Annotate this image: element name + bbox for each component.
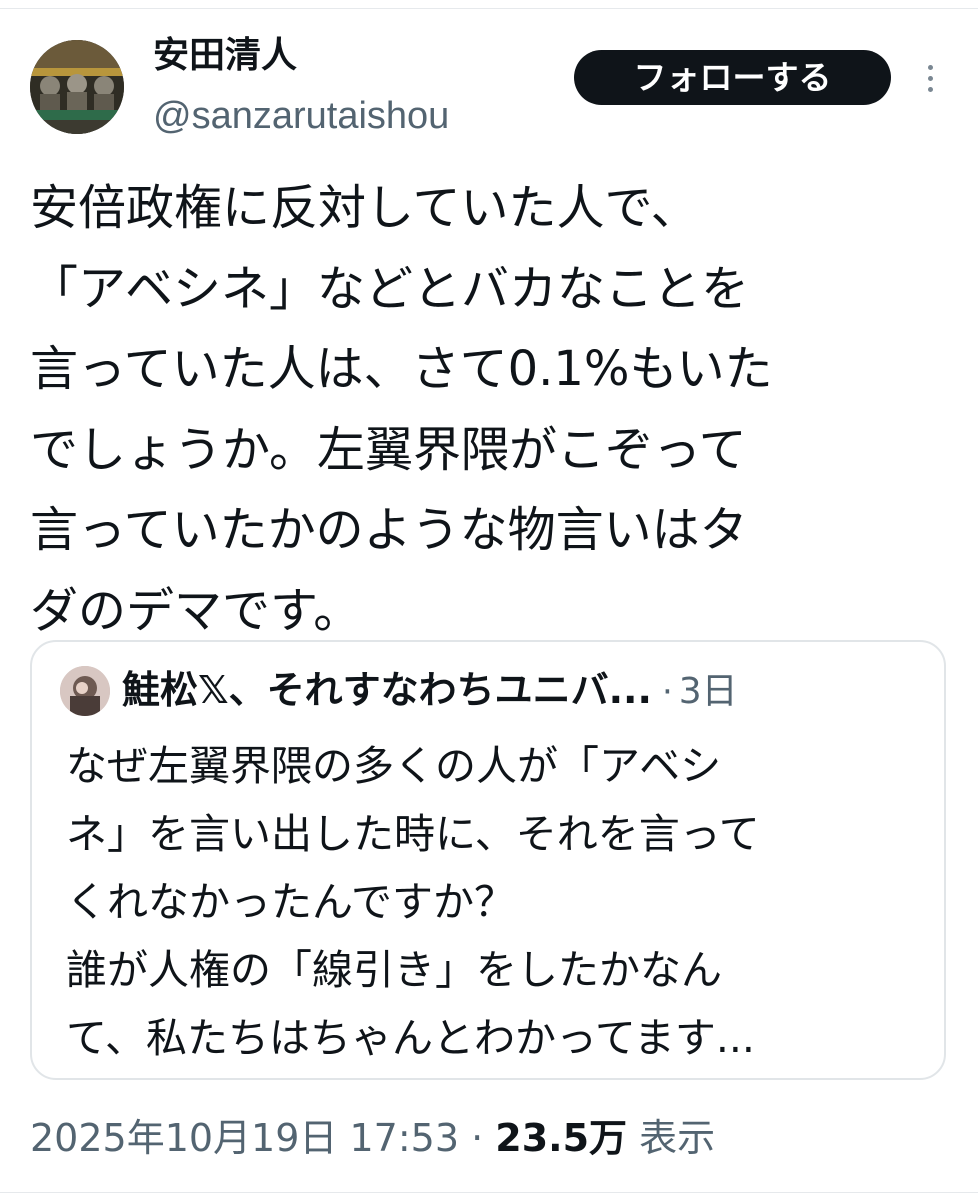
quote-line: 誰が人権の「線引き」をしたかなん (66, 946, 722, 994)
tweet-line: 言っていたかのような物言いはタ (30, 502, 748, 558)
quote-separator: · (661, 672, 673, 712)
tweet-timestamp[interactable]: 2025年10月19日 17:53 (30, 1116, 459, 1160)
quote-text: なぜ左翼界隈の多くの人が「アベシ ネ」を言い出した時に、それを言って くれなかっ… (66, 732, 936, 1072)
quote-author-avatar[interactable] (60, 666, 110, 716)
quoted-tweet-card[interactable]: 鮭松𝕏、それすなわちユニバ... · 3日 なぜ左翼界隈の多くの人が「アベシ ネ」を… (30, 640, 946, 1080)
author-avatar[interactable] (30, 40, 124, 134)
top-divider (0, 0, 978, 9)
more-dot (927, 86, 933, 92)
quote-line: くれなかったんですか？ (66, 878, 515, 926)
quote-line: なぜ左翼界隈の多くの人が「アベシ (66, 742, 722, 790)
more-vertical-icon[interactable] (915, 58, 945, 98)
more-dot (927, 75, 933, 81)
tweet-metadata: 2025年10月19日 17:53 · 23.5万 表示 (30, 1108, 715, 1168)
quote-timestamp[interactable]: 3日 (679, 671, 738, 712)
quote-line: ネ」を言い出した時に、それを言って (66, 810, 760, 858)
tweet-line: 言っていた人は、さて0.1%もいた (30, 341, 773, 397)
quote-header: 鮭松𝕏、それすなわちユニバ... · 3日 (122, 660, 738, 720)
views-label: 表示 (627, 1116, 716, 1160)
quote-line: て、私たちはちゃんとわかってます... (66, 1014, 755, 1062)
tweet-line: 安倍政権に反対していた人で、 (30, 180, 699, 236)
views-count[interactable]: 23.5万 (495, 1116, 627, 1160)
tweet-line: でしょうか。左翼界隈がこぞって (30, 421, 747, 478)
tweet-line: 「アベシネ」などとバカなことを (30, 260, 750, 317)
tweet-line: ダのデマです。 (30, 582, 362, 639)
follow-button[interactable]: フォローする (574, 50, 891, 105)
tweet-text: 安倍政権に反対していた人で、 「アベシネ」などとバカなことを 言っていた人は、さ… (30, 168, 965, 651)
quote-author-name[interactable]: 鮭松𝕏、それすなわちユニバ... (122, 668, 652, 712)
author-handle[interactable]: @sanzarutaishou (153, 92, 449, 140)
bottom-divider (0, 1192, 978, 1193)
more-dot (927, 64, 933, 70)
author-display-name[interactable]: 安田清人 (153, 30, 297, 82)
meta-separator: · (459, 1116, 496, 1160)
